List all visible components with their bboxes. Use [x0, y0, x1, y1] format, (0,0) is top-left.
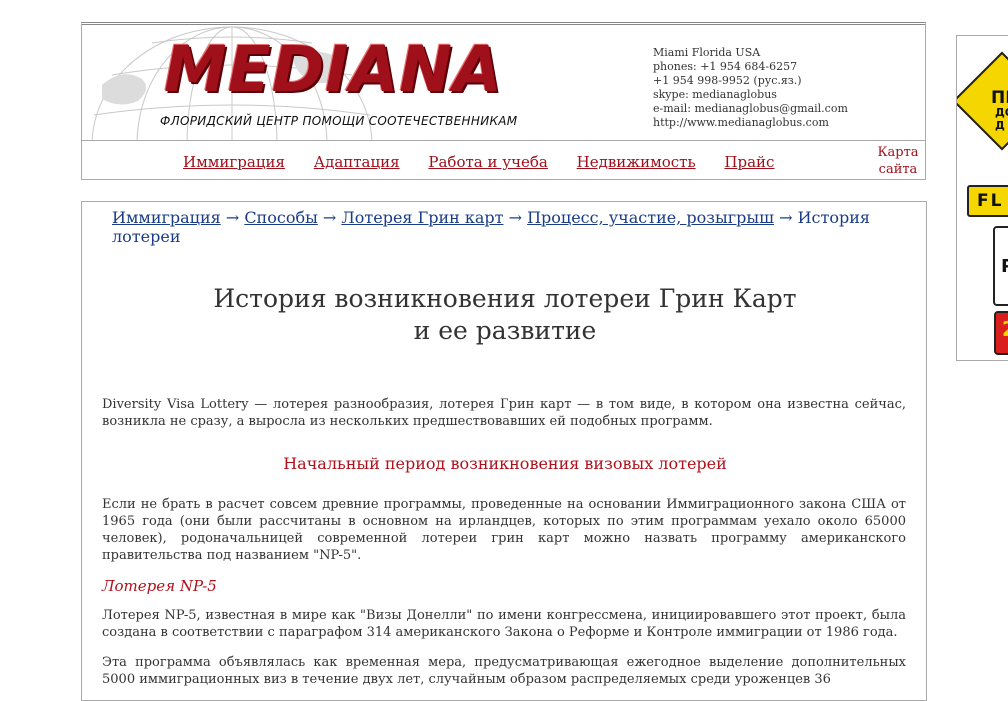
nav-link-real-estate[interactable]: Недвижимость [577, 153, 696, 171]
site-tagline: ФЛОРИДСКИЙ ЦЕНТР ПОМОЩИ СООТЕЧЕСТВЕННИКА… [160, 114, 518, 128]
side-banner-ad[interactable]: ПР ДО Д FL P 2 [956, 35, 1008, 361]
breadcrumb-separator: → [225, 208, 240, 227]
subsection-heading: Лотерея NP-5 [102, 577, 217, 595]
breadcrumb-link-methods[interactable]: Способы [244, 208, 318, 227]
breadcrumb-link-immigration[interactable]: Иммиграция [112, 208, 221, 227]
intro-paragraph: Diversity Visa Lottery — лотерея разнооб… [102, 397, 906, 429]
breadcrumb-separator: → [322, 208, 337, 227]
site-header: MEDIANA ФЛОРИДСКИЙ ЦЕНТР ПОМОЩИ СООТЕЧЕС… [81, 22, 926, 180]
florida-sign: FL [967, 185, 1008, 217]
sitemap-link[interactable]: Карта сайта [872, 144, 924, 178]
page-title-line1: История возникновения лотереи Грин Карт [213, 284, 797, 313]
contact-phone-1: phones: +1 954 684-6257 [653, 60, 798, 73]
paragraph-1: Если не брать в расчет совсем древние пр… [102, 497, 906, 563]
breadcrumb-link-green-card-lottery[interactable]: Лотерея Грин карт [341, 208, 503, 227]
sitemap-label-line1: Карта [877, 145, 919, 160]
nav-link-adaptation[interactable]: Адаптация [314, 153, 400, 171]
main-content: Иммиграция → Способы → Лотерея Грин карт… [81, 201, 927, 701]
white-road-sign: P [993, 226, 1008, 306]
site-logo[interactable]: MEDIANA [164, 37, 503, 103]
contact-info: Miami Florida USA phones: +1 954 684-625… [653, 46, 848, 130]
breadcrumb: Иммиграция → Способы → Лотерея Грин карт… [112, 208, 892, 246]
diamond-sign-text: ПР ДО Д [991, 88, 1008, 133]
red-road-sign: 2 [994, 311, 1008, 355]
breadcrumb-separator: → [779, 208, 793, 227]
contact-website: http://www.medianaglobus.com [653, 116, 829, 129]
nav-divider [82, 140, 925, 141]
paragraph-2: Лотерея NP-5, известная в мире как "Визы… [102, 608, 906, 640]
page-title: История возникновения лотереи Грин Карт … [102, 283, 908, 347]
page-title-line2: и ее развитие [413, 316, 597, 345]
contact-email: e-mail: medianaglobus@gmail.com [653, 102, 848, 115]
diamond-sign-sub2: Д [995, 119, 1005, 132]
sitemap-label-line2: сайта [878, 162, 918, 177]
contact-location: Miami Florida USA [653, 46, 761, 59]
nav-link-work-study[interactable]: Работа и учеба [428, 153, 547, 171]
diamond-sign-main: ПР [991, 88, 1008, 108]
contact-phone-2: +1 954 998-9952 (рус.яз.) [653, 74, 802, 87]
paragraph-3: Эта программа объявлялась как временная … [102, 655, 906, 687]
contact-skype: skype: medianaglobus [653, 88, 777, 101]
breadcrumb-link-process[interactable]: Процесс, участие, розыгрыш [527, 208, 774, 227]
diamond-sign-sub1: ДО [995, 106, 1008, 119]
breadcrumb-separator: → [508, 208, 522, 227]
main-nav: Иммиграция Адаптация Работа и учеба Недв… [183, 153, 798, 171]
nav-link-immigration[interactable]: Иммиграция [183, 153, 285, 171]
nav-link-price[interactable]: Прайс [724, 153, 774, 171]
section-heading: Начальный период возникновения визовых л… [283, 454, 727, 473]
